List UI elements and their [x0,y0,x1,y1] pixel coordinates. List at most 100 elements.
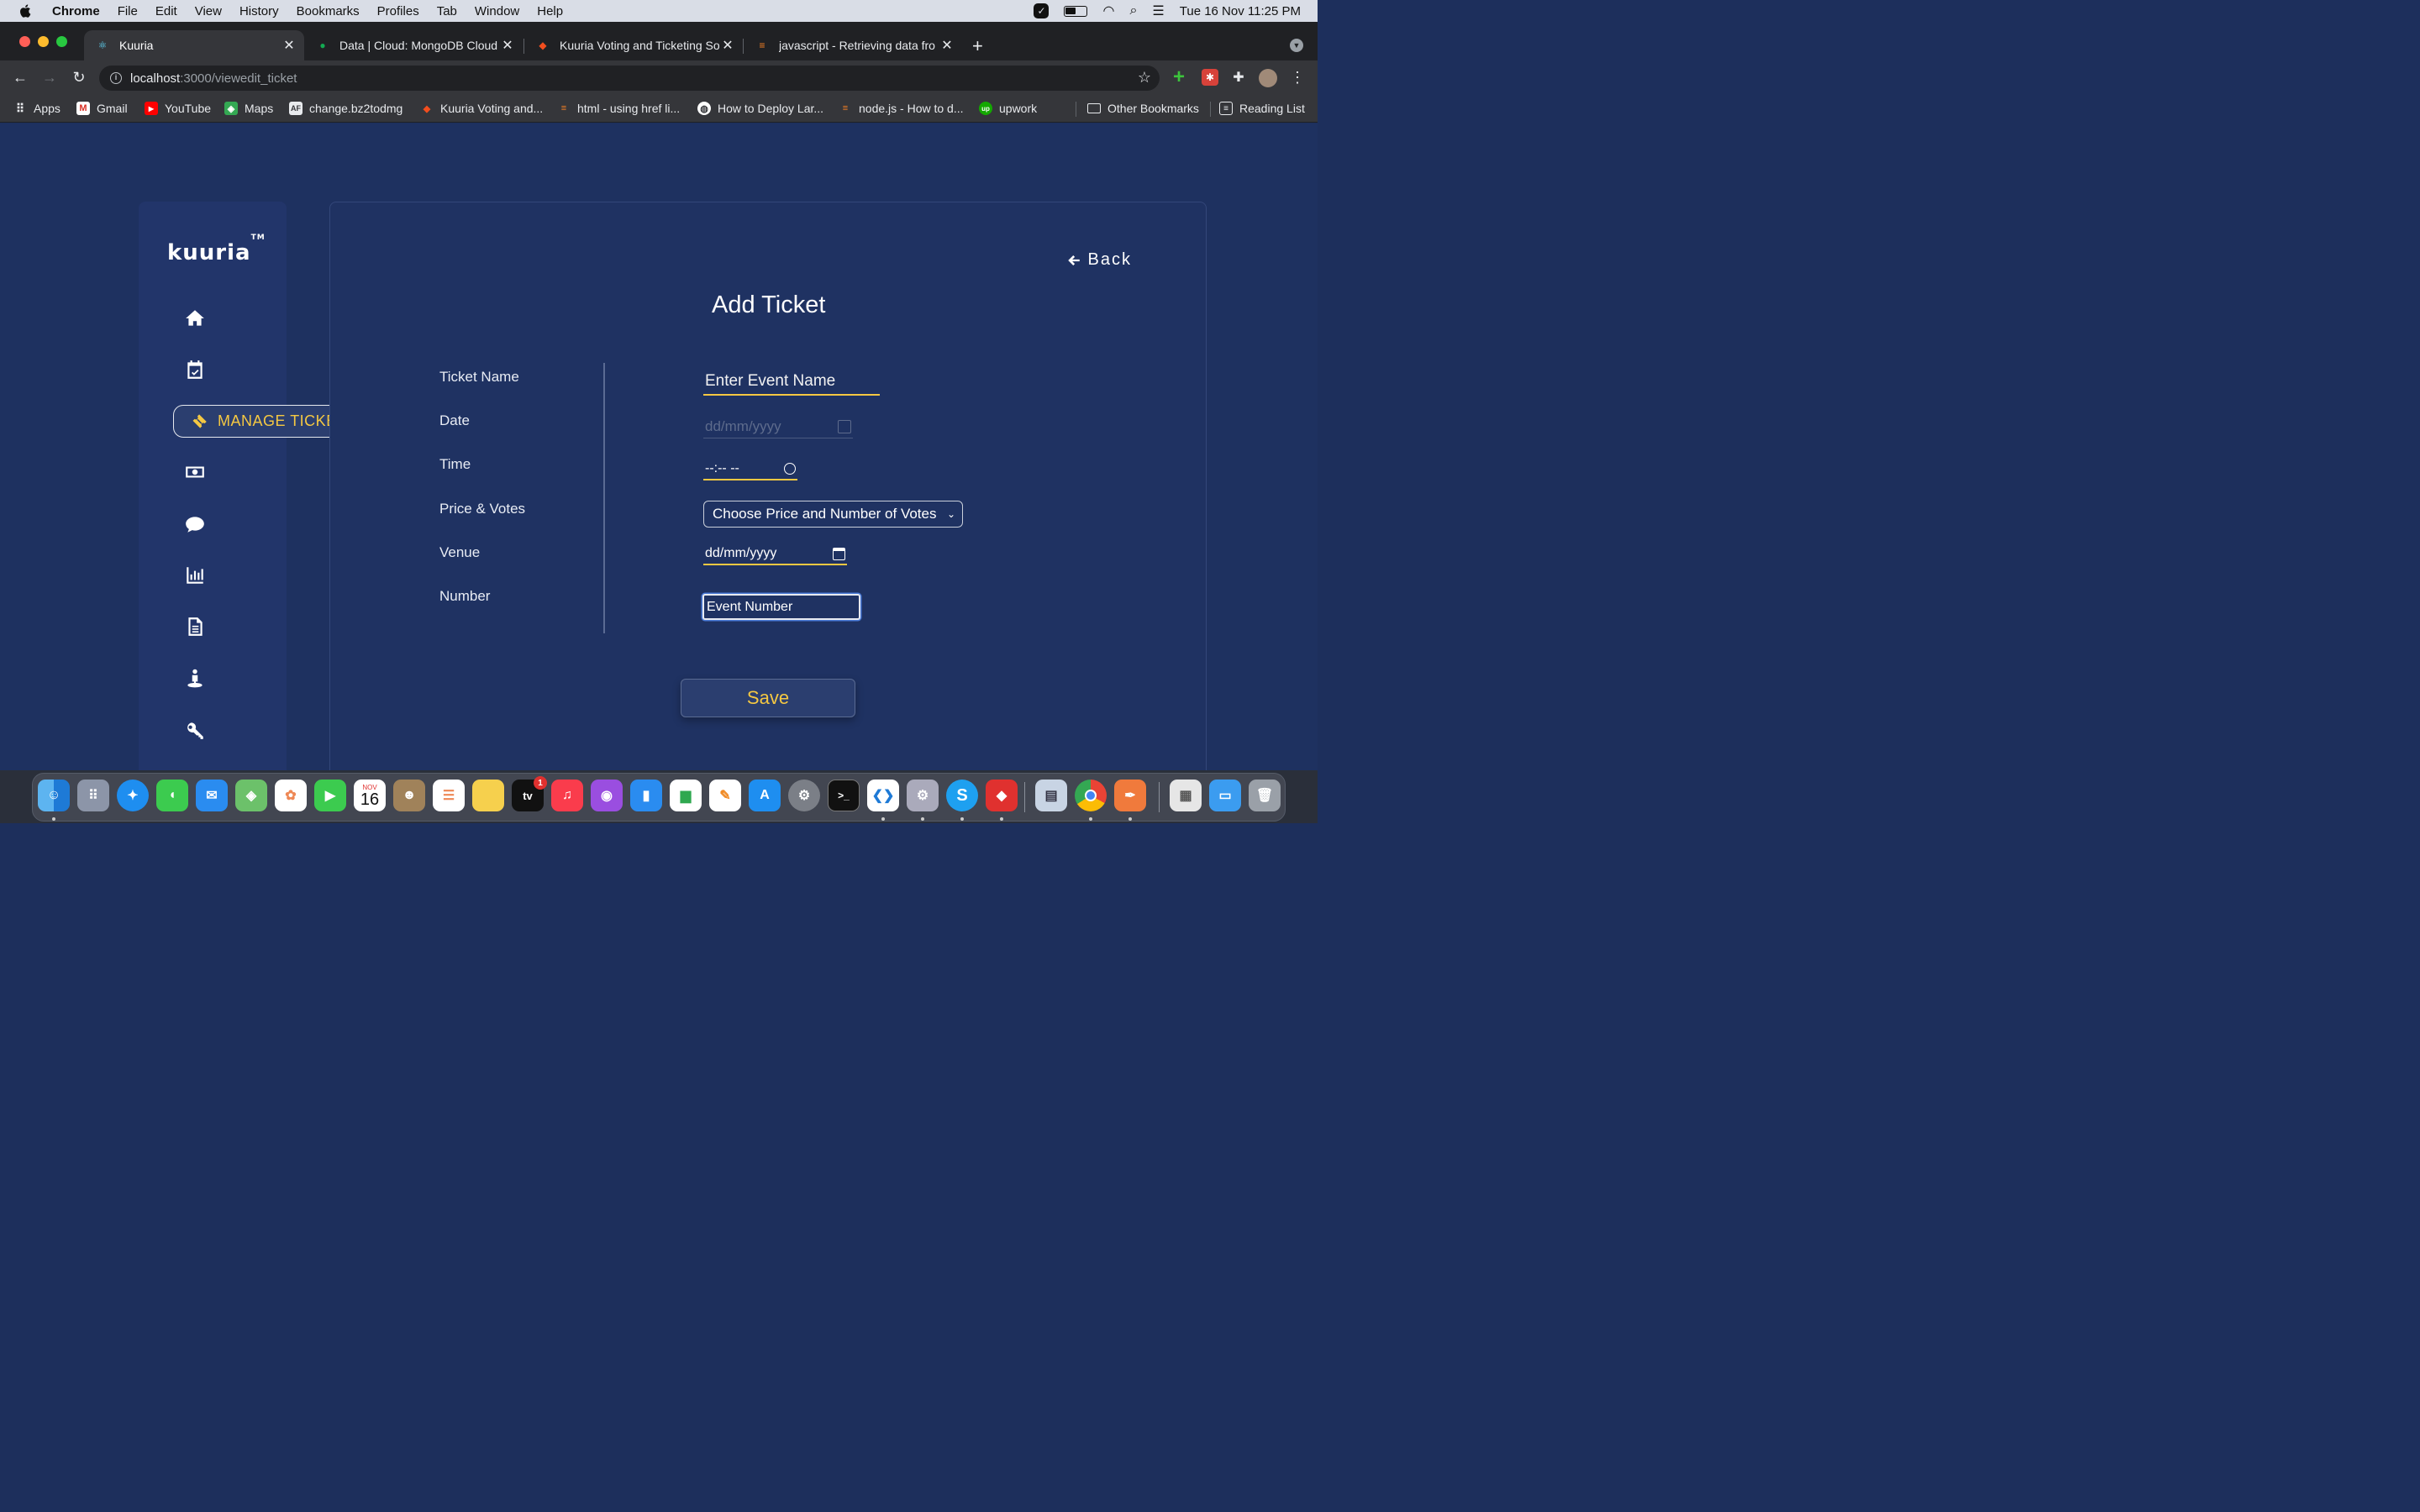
keynote-icon[interactable]: ▮ [630,780,662,811]
calendar-icon[interactable] [833,547,845,560]
wifi-icon[interactable]: ◠ [1102,3,1114,19]
nav-calendar-check-icon[interactable] [182,357,208,382]
checkmark-app-icon[interactable]: ✓ [1034,3,1050,18]
nav-chat-icon[interactable] [182,512,208,537]
launchpad-icon[interactable]: ⠿ [77,780,109,811]
nav-bar-chart-icon[interactable] [182,563,208,588]
site-info-icon[interactable]: i [110,72,122,84]
menu-window[interactable]: Window [475,4,519,18]
tab-mongodb[interactable]: ● Data | Cloud: MongoDB Cloud ✕ [304,30,523,60]
address-bar[interactable]: i localhost:3000/viewedit_ticket ☆ [99,66,1160,91]
app-store-icon[interactable]: A [749,780,781,811]
mail-icon[interactable]: ✉ [196,780,228,811]
nav-money-icon[interactable] [182,459,208,485]
apple-icon[interactable] [18,3,34,18]
nav-home-icon[interactable] [182,306,208,331]
podcasts-icon[interactable]: ◉ [591,780,623,811]
system-preferences-icon[interactable]: ⚙ [788,780,820,811]
kuuria-logo[interactable]: kuuriaTM [167,234,266,265]
bookmark-apps[interactable]: ⠿ Apps [13,100,60,117]
bookmark-change[interactable]: AF change.bz2todmg [289,100,402,117]
chrome-menu-icon[interactable]: ⋮ [1289,69,1306,86]
maps-icon[interactable]: ◈ [235,780,267,811]
menu-bookmarks[interactable]: Bookmarks [297,4,360,18]
menu-view[interactable]: View [195,4,222,18]
bookmark-kuuria-figma[interactable]: ◆ Kuuria Voting and... [420,100,543,117]
bookmark-other-folder[interactable]: Other Bookmarks [1087,100,1199,117]
plus-extension-icon[interactable]: + [1171,66,1187,88]
numbers-icon[interactable]: ▆ [670,780,702,811]
reload-icon[interactable]: ↻ [69,67,89,87]
appletv-icon[interactable]: tv 1 [512,776,547,811]
chrome-icon[interactable] [1075,780,1107,811]
contacts-icon[interactable]: ☻ [393,780,425,811]
menu-file[interactable]: File [118,4,138,18]
time-input[interactable]: --:-- -- [703,459,797,480]
close-window-button[interactable] [19,36,30,47]
tab-search-icon[interactable]: ▼ [1290,39,1303,52]
preview-icon[interactable]: ▤ [1035,780,1067,811]
reminders-icon[interactable]: ☰ [433,780,465,811]
spotlight-search-icon[interactable]: ⌕ [1129,3,1137,18]
close-tab-icon[interactable]: ✕ [939,37,955,54]
calendar-app-icon[interactable]: NOV 16 [354,780,386,811]
documents-stack-icon[interactable]: ▦ [1170,780,1202,811]
bookmark-deploy-laravel[interactable]: ◍ How to Deploy Lar... [697,100,823,117]
back-button[interactable]: Back [1066,250,1132,270]
finder-icon[interactable]: ☺ [38,780,70,811]
trash-icon[interactable]: 🗑 [1249,780,1281,811]
menu-help[interactable]: Help [537,4,563,18]
menu-history[interactable]: History [239,4,279,18]
anydesk-icon[interactable]: ◆ [986,780,1018,811]
event-number-input[interactable]: Event Number [702,594,860,620]
extensions-puzzle-icon[interactable]: ✚ [1230,69,1247,86]
control-center-icon[interactable]: ☰ [1152,3,1164,19]
zoom-window-button[interactable] [56,36,67,47]
bookmark-youtube[interactable]: ▶ YouTube [145,100,211,117]
close-tab-icon[interactable]: ✕ [719,37,736,54]
menu-profiles[interactable]: Profiles [377,4,419,18]
tab-stackoverflow[interactable]: ≡ javascript - Retrieving data fro ✕ [744,30,962,60]
profile-avatar[interactable] [1259,69,1277,87]
menu-app-name[interactable]: Chrome [52,4,100,18]
close-tab-icon[interactable]: ✕ [499,37,516,54]
nav-document-icon[interactable] [182,614,208,639]
new-tab-button[interactable]: + [972,35,983,57]
bookmark-star-icon[interactable]: ☆ [1138,69,1151,87]
nav-key-icon[interactable] [182,717,208,743]
red-extension-icon[interactable]: ✱ [1202,69,1218,86]
downloads-folder-icon[interactable]: ▭ [1209,780,1241,811]
reading-list-button[interactable]: ≡ Reading List [1219,100,1305,117]
forward-arrow-icon[interactable]: → [39,67,60,87]
settings-gear-icon[interactable]: ⚙ [907,780,939,811]
bookmark-nodejs[interactable]: ≡ node.js - How to d... [839,100,964,117]
terminal-icon[interactable]: >_ [828,780,860,811]
photos-icon[interactable]: ✿ [275,780,307,811]
skype-icon[interactable]: S [946,780,978,811]
price-votes-select[interactable]: Choose Price and Number of Votes ⌄ [703,501,963,528]
nav-person-pin-icon[interactable] [182,665,208,690]
music-icon[interactable]: ♫ [551,780,583,811]
bookmark-maps[interactable]: ◈ Maps [224,100,273,117]
close-tab-icon[interactable]: ✕ [281,37,297,54]
tab-kuuria[interactable]: ⚛ Kuuria ✕ [84,30,304,60]
safari-icon[interactable]: ✦ [117,780,149,811]
vscode-icon[interactable]: ❮❯ [867,780,899,811]
date-input[interactable]: dd/mm/yyyy [703,415,853,438]
save-button[interactable]: Save [681,679,855,717]
battery-icon[interactable] [1064,5,1088,17]
bookmark-upwork[interactable]: up upwork [979,100,1037,117]
tab-figma-kuuria[interactable]: ◆ Kuuria Voting and Ticketing So ✕ [524,30,743,60]
menu-tab[interactable]: Tab [437,4,457,18]
facetime-icon[interactable]: ▶ [314,780,346,811]
notes-icon[interactable] [472,780,504,811]
ticket-name-input[interactable] [703,369,880,396]
menubar-clock[interactable]: Tue 16 Nov 11:25 PM [1180,4,1301,18]
bookmark-html-href[interactable]: ≡ html - using href li... [557,100,680,117]
pages-icon[interactable]: ✎ [709,780,741,811]
messages-icon[interactable]: ◖ [156,780,188,811]
venue-input[interactable]: dd/mm/yyyy [703,543,847,565]
bookmark-gmail[interactable]: M Gmail [76,100,128,117]
clock-icon[interactable] [784,463,796,475]
back-arrow-icon[interactable]: ← [10,67,30,87]
